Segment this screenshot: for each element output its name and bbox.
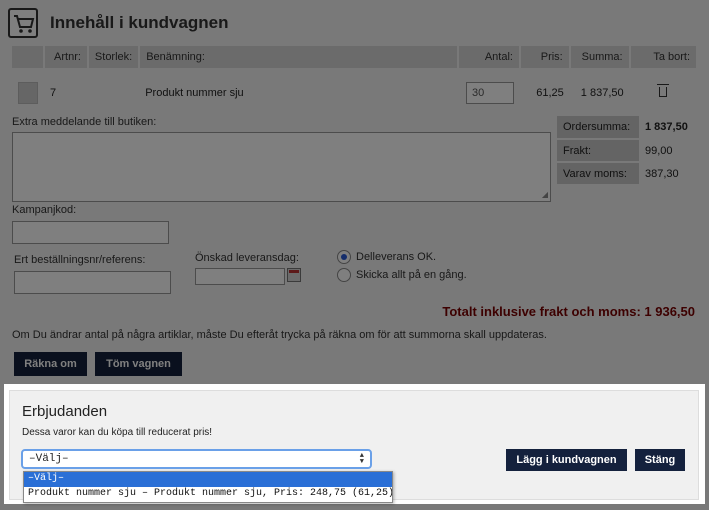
cell-summa: 1 837,50: [580, 87, 624, 99]
recalc-note: Om Du ändrar antal på några artiklar, må…: [12, 329, 547, 341]
grand-total: Totalt inklusive frakt och moms: 1 936,5…: [442, 304, 695, 319]
empty-cart-button[interactable]: Töm vagnen: [95, 352, 182, 376]
summary-value: 99,00: [639, 139, 697, 163]
offers-modal: Erbjudanden Dessa varor kan du köpa till…: [9, 390, 699, 503]
summary-row: Frakt: 99,00: [557, 139, 697, 163]
col-ta-bort: Ta bort:: [629, 46, 699, 68]
quantity-input[interactable]: [465, 82, 514, 104]
reference-label: Ert beställningsnr/referens:: [14, 254, 146, 266]
offer-select-value: –Välj–: [29, 453, 69, 465]
delivery-date-input[interactable]: [195, 268, 285, 285]
summary-label: Ordersumma:: [557, 116, 639, 140]
ship-all-radio[interactable]: [337, 268, 351, 282]
partial-delivery-radio[interactable]: [337, 250, 351, 264]
col-summa: Summa:: [569, 46, 631, 68]
cart-table: Artnr: Storlek: Benämning: Antal: Pris: …: [12, 46, 699, 118]
resize-handle-icon[interactable]: ◢: [542, 190, 548, 199]
modal-title: Erbjudanden: [22, 403, 108, 420]
table-row: 7 Produkt nummer sju 61,25 1 837,50: [12, 68, 697, 118]
ship-all-label: Skicka allt på en gång.: [356, 269, 467, 281]
recalculate-button[interactable]: Räkna om: [14, 352, 87, 376]
extra-message-textarea[interactable]: ◢: [12, 132, 551, 202]
offer-dropdown-list: –Välj– Produkt nummer sju – Produkt numm…: [23, 471, 393, 503]
col-pris: Pris:: [519, 46, 571, 68]
calendar-icon[interactable]: [287, 268, 301, 282]
offer-select[interactable]: –Välj– ▲ ▼: [21, 449, 372, 469]
reference-input[interactable]: [14, 271, 171, 294]
col-storlek: Storlek:: [87, 46, 141, 68]
modal-subtitle: Dessa varor kan du köpa till reducerat p…: [22, 427, 213, 438]
col-artnr: Artnr:: [44, 46, 89, 68]
add-to-cart-button[interactable]: Lägg i kundvagnen: [506, 449, 627, 471]
campaign-code-label: Kampanjkod:: [12, 204, 77, 216]
cell-artnr: 7: [50, 87, 57, 99]
summary-row: Ordersumma: 1 837,50: [557, 116, 697, 140]
extra-message-label: Extra meddelande till butiken:: [12, 116, 157, 128]
summary-label: Frakt:: [557, 139, 639, 163]
cell-pris: 61,25: [536, 87, 564, 99]
shopping-cart-icon: [8, 8, 38, 38]
dropdown-option[interactable]: Produkt nummer sju – Produkt nummer sju,…: [24, 487, 392, 502]
partial-delivery-label: Delleverans OK.: [356, 251, 437, 263]
page-title: Innehåll i kundvagnen: [50, 13, 229, 32]
summary-value: 387,30: [639, 162, 697, 186]
dropdown-option[interactable]: –Välj–: [24, 472, 392, 487]
cell-benamning: Produkt nummer sju: [145, 87, 244, 99]
trash-icon[interactable]: [657, 83, 670, 97]
delivery-date-label: Önskad leveransdag:: [195, 252, 299, 264]
thumb-header: [12, 46, 45, 68]
summary-row: Varav moms: 387,30: [557, 162, 697, 186]
summary-value: 1 837,50: [639, 116, 697, 140]
campaign-code-input[interactable]: [12, 221, 169, 244]
summary-label: Varav moms:: [557, 162, 639, 186]
col-antal: Antal:: [458, 46, 521, 68]
cell-storlek: [88, 68, 139, 118]
col-benamning: Benämning:: [139, 46, 459, 68]
close-button[interactable]: Stäng: [635, 449, 685, 471]
order-summary: Ordersumma: 1 837,50 Frakt: 99,00 Varav …: [557, 116, 697, 186]
product-thumbnail[interactable]: [18, 82, 38, 104]
select-arrows-icon: ▲ ▼: [359, 452, 364, 466]
